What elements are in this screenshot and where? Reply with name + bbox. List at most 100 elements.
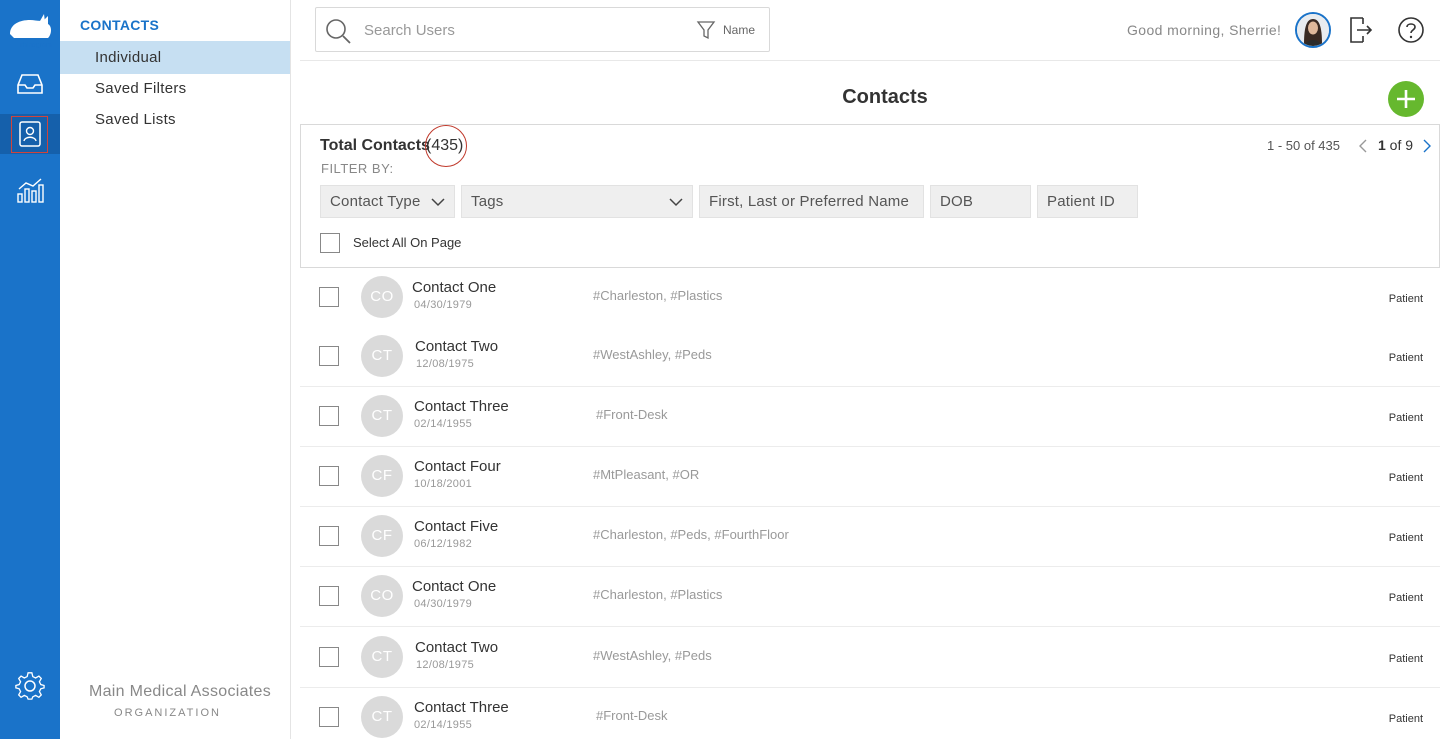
row-checkbox[interactable] xyxy=(319,346,339,366)
contact-avatar: CO xyxy=(361,575,403,617)
contact-type: Patient xyxy=(1388,653,1423,665)
contact-type-label: Contact Type xyxy=(330,193,421,210)
page-total: of 9 xyxy=(1385,137,1414,153)
contact-row[interactable]: CT Contact Three 02/14/1955 #Front-Desk … xyxy=(300,387,1440,447)
contact-row[interactable]: CO Contact One 04/30/1979 #Charleston, #… xyxy=(300,268,1440,328)
contact-avatar: CT xyxy=(361,335,403,377)
total-contacts-label: Total Contacts xyxy=(320,137,430,154)
contact-avatar: CF xyxy=(361,455,403,497)
contact-name[interactable]: Contact One xyxy=(412,279,496,296)
contact-name[interactable]: Contact One xyxy=(412,578,496,595)
select-all-label: Select All On Page xyxy=(353,235,462,250)
row-checkbox[interactable] xyxy=(319,526,339,546)
sidebar-item-saved-lists[interactable]: Saved Lists xyxy=(60,103,290,136)
plus-icon xyxy=(1397,90,1415,108)
contact-type: Patient xyxy=(1388,472,1423,484)
contact-dob: 04/30/1979 xyxy=(414,299,473,311)
search-box: Name xyxy=(315,7,770,52)
contact-row[interactable]: CF Contact Five 06/12/1982 #Charleston, … xyxy=(300,507,1440,567)
contact-tags: #Charleston, #Plastics xyxy=(593,587,723,602)
select-all-checkbox[interactable] xyxy=(320,233,340,253)
contact-name[interactable]: Contact Two xyxy=(415,639,498,656)
contact-type: Patient xyxy=(1388,412,1423,424)
icon-rail: rhinogram xyxy=(0,0,60,739)
name-filter-field[interactable]: First, Last or Preferred Name xyxy=(699,185,924,218)
contact-row[interactable]: CT Contact Two 12/08/1975 #WestAshley, #… xyxy=(300,327,1440,387)
nav-analytics[interactable] xyxy=(0,170,60,210)
row-checkbox[interactable] xyxy=(319,586,339,606)
contact-dob: 04/30/1979 xyxy=(414,598,473,610)
filter-panel: Total Contacts (435) FILTER BY: 1 - 50 o… xyxy=(300,124,1440,268)
row-checkbox[interactable] xyxy=(319,287,339,307)
contact-row[interactable]: CT Contact Three 02/14/1955 #Front-Desk … xyxy=(300,688,1440,739)
contact-type: Patient xyxy=(1388,592,1423,604)
contact-name[interactable]: Contact Two xyxy=(415,338,498,355)
contact-row[interactable]: CO Contact One 04/30/1979 #Charleston, #… xyxy=(300,567,1440,627)
contact-avatar: CT xyxy=(361,395,403,437)
contact-dob: 10/18/2001 xyxy=(414,478,473,490)
contact-type: Patient xyxy=(1388,713,1423,725)
chevron-down-icon xyxy=(431,198,445,207)
contact-dob: 06/12/1982 xyxy=(414,538,473,550)
contact-name[interactable]: Contact Four xyxy=(414,458,501,475)
user-avatar[interactable] xyxy=(1295,12,1331,48)
chevron-right-icon[interactable] xyxy=(1421,138,1433,154)
page-indicator: 1 of 9 xyxy=(1378,137,1413,153)
sidebar-section-title: CONTACTS xyxy=(80,17,160,33)
contact-dob: 12/08/1975 xyxy=(416,358,475,370)
tags-select[interactable]: Tags xyxy=(461,185,693,218)
nav-settings[interactable] xyxy=(14,670,46,702)
contact-type-select[interactable]: Contact Type xyxy=(320,185,455,218)
inbox-icon xyxy=(17,74,43,94)
search-icon xyxy=(326,19,351,44)
contact-tags: #Charleston, #Peds, #FourthFloor xyxy=(593,527,789,542)
active-highlight-frame xyxy=(11,116,48,153)
contact-tags: #WestAshley, #Peds xyxy=(593,648,712,663)
filter-icon[interactable] xyxy=(696,20,716,40)
nav-contacts[interactable] xyxy=(0,114,60,154)
contact-name[interactable]: Contact Three xyxy=(414,398,509,415)
chevron-left-icon[interactable] xyxy=(1357,138,1369,154)
page-current: 1 xyxy=(1378,137,1386,153)
page-title: Contacts xyxy=(842,86,928,108)
rhinogram-logo[interactable]: rhinogram xyxy=(6,12,54,49)
contact-avatar: CF xyxy=(361,515,403,557)
chevron-down-icon xyxy=(669,198,683,207)
logout-icon[interactable] xyxy=(1349,15,1373,45)
contacts-sidebar: CONTACTS Individual Saved Filters Saved … xyxy=(60,0,291,739)
sidebar-item-saved-filters[interactable]: Saved Filters xyxy=(60,72,290,105)
row-checkbox[interactable] xyxy=(319,647,339,667)
contact-name[interactable]: Contact Five xyxy=(414,518,498,535)
sidebar-item-individual[interactable]: Individual xyxy=(60,41,290,74)
contact-type: Patient xyxy=(1388,532,1423,544)
contact-dob: 12/08/1975 xyxy=(416,659,475,671)
row-checkbox[interactable] xyxy=(319,406,339,426)
paging-range: 1 - 50 of 435 xyxy=(1267,138,1340,153)
count-highlight-circle xyxy=(425,125,467,167)
contact-tags: #MtPleasant, #OR xyxy=(593,467,700,482)
contact-row[interactable]: CT Contact Two 12/08/1975 #WestAshley, #… xyxy=(300,628,1440,688)
search-input[interactable] xyxy=(364,18,684,42)
dob-filter-field[interactable]: DOB xyxy=(930,185,1031,218)
analytics-icon xyxy=(17,178,44,203)
row-checkbox[interactable] xyxy=(319,466,339,486)
contact-avatar: CT xyxy=(361,636,403,678)
contact-row[interactable]: CF Contact Four 10/18/2001 #MtPleasant, … xyxy=(300,447,1440,507)
contact-tags: #WestAshley, #Peds xyxy=(593,347,712,362)
logo-text: rhinogram xyxy=(20,42,52,49)
contact-tags: #Charleston, #Plastics xyxy=(593,288,723,303)
contact-type: Patient xyxy=(1388,293,1423,305)
greeting-text: Good morning, Sherrie! xyxy=(1127,22,1282,38)
contact-avatar: CT xyxy=(361,696,403,738)
help-icon[interactable] xyxy=(1397,16,1425,44)
contact-tags: #Front-Desk xyxy=(596,407,668,422)
contact-name[interactable]: Contact Three xyxy=(414,699,509,716)
organization-label: ORGANIZATION xyxy=(114,707,221,719)
nav-inbox[interactable] xyxy=(0,64,60,104)
contact-type: Patient xyxy=(1388,352,1423,364)
add-contact-button[interactable] xyxy=(1388,81,1424,117)
search-filter-label[interactable]: Name xyxy=(723,23,755,37)
row-checkbox[interactable] xyxy=(319,707,339,727)
contact-tags: #Front-Desk xyxy=(596,708,668,723)
patient-id-filter-field[interactable]: Patient ID xyxy=(1037,185,1138,218)
